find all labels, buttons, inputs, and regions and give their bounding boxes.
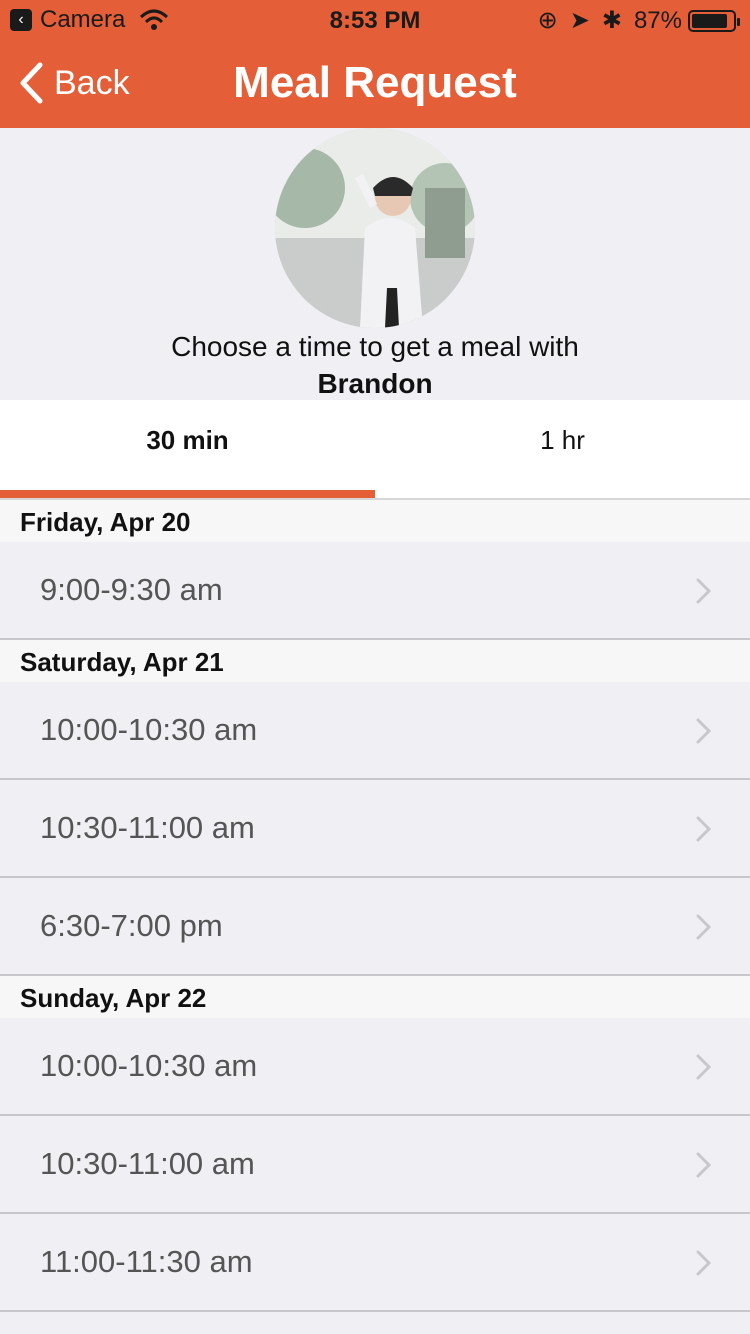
avatar xyxy=(275,128,475,328)
list-item[interactable]: 11:00-11:30 am xyxy=(0,1214,750,1312)
slot-label: 10:30-11:00 am xyxy=(40,1146,255,1181)
chevron-right-icon xyxy=(696,816,712,842)
battery-icon xyxy=(688,9,740,32)
time-slot-list: Friday, Apr 20 9:00-9:30 am Saturday, Ap… xyxy=(0,500,750,1312)
list-item[interactable]: 6:30-7:00 pm xyxy=(0,878,750,976)
section-header-friday: Friday, Apr 20 xyxy=(0,500,750,542)
top-bar: ‹ Camera 8:53 PM ⊕ ➤ ✱ 87% Back Meal Req… xyxy=(0,0,750,128)
slot-label: 10:00-10:30 am xyxy=(40,712,258,747)
active-tab-indicator xyxy=(0,490,375,498)
chevron-right-icon xyxy=(696,1152,712,1178)
page-title: Meal Request xyxy=(233,58,517,107)
location-icon: ➤ xyxy=(569,7,590,34)
profile-header: Choose a time to get a meal with Brandon xyxy=(0,128,750,400)
battery-percent: 87% xyxy=(633,6,682,34)
tab-30-min[interactable]: 30 min xyxy=(0,400,375,498)
list-item[interactable]: 10:30-11:00 am xyxy=(0,780,750,878)
tab-1-hr[interactable]: 1 hr xyxy=(375,400,750,498)
duration-tabs: 30 min 1 hr xyxy=(0,400,750,500)
chevron-right-icon xyxy=(696,914,712,940)
slot-label: 11:00-11:30 am xyxy=(40,1244,253,1279)
status-bar: ‹ Camera 8:53 PM ⊕ ➤ ✱ 87% xyxy=(0,0,750,40)
chevron-right-icon xyxy=(696,718,712,744)
list-item[interactable]: 9:00-9:30 am xyxy=(0,542,750,640)
bluetooth-icon: ✱ xyxy=(601,7,622,34)
slot-label: 10:30-11:00 am xyxy=(40,810,255,845)
chevron-right-icon xyxy=(696,1054,712,1080)
chevron-right-icon xyxy=(696,1250,712,1276)
meal-prompt: Choose a time to get a meal with xyxy=(171,331,579,362)
list-item[interactable]: 10:00-10:30 am xyxy=(0,1018,750,1116)
chevron-right-icon xyxy=(696,578,712,604)
list-item[interactable]: 10:00-10:30 am xyxy=(0,682,750,780)
slot-label: 10:00-10:30 am xyxy=(40,1048,258,1083)
slot-label: 6:30-7:00 pm xyxy=(40,908,223,943)
section-header-saturday: Saturday, Apr 21 xyxy=(0,640,750,682)
section-header-sunday: Sunday, Apr 22 xyxy=(0,976,750,1018)
battery-fill xyxy=(692,13,727,28)
list-item[interactable]: 10:30-11:00 am xyxy=(0,1116,750,1214)
user-name: Brandon xyxy=(317,368,433,399)
avatar-photo xyxy=(275,128,475,328)
nav-bar: Back Meal Request xyxy=(0,44,750,128)
orientation-lock-icon: ⊕ xyxy=(537,7,558,34)
slot-label: 9:00-9:30 am xyxy=(40,572,223,607)
